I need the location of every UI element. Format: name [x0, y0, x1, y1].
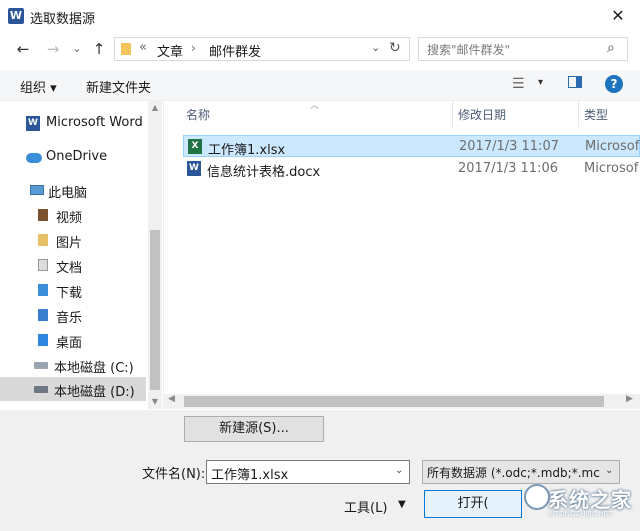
- refresh-icon[interactable]: ↻: [389, 40, 401, 56]
- sidebar-item-label: 视频: [56, 211, 83, 226]
- computer-icon: [30, 185, 44, 195]
- filename-label: 文件名(N):: [142, 467, 206, 482]
- sidebar-item-label: Microsoft Word: [46, 115, 143, 130]
- file-name: 信息统计表格.docx: [207, 165, 321, 180]
- sidebar-item-drive-d[interactable]: 本地磁盘 (D:): [0, 377, 146, 401]
- excel-icon: X: [188, 139, 202, 154]
- sidebar-item-label: 下载: [56, 286, 83, 301]
- filename-field[interactable]: 工作簿1.xlsx ⌄: [206, 460, 410, 484]
- chevron-down-icon[interactable]: ⌄: [395, 465, 403, 476]
- sidebar-item-label: OneDrive: [46, 149, 108, 164]
- column-divider[interactable]: [578, 101, 579, 127]
- sidebar-item-label: 图片: [56, 236, 83, 251]
- back-button[interactable]: ←: [12, 38, 34, 60]
- word-icon: W: [26, 116, 40, 131]
- horizontal-scroll-thumb[interactable]: [184, 396, 604, 407]
- sidebar-item-label: 本地磁盘 (C:): [54, 361, 134, 376]
- command-bar: 组织 ▾ 新建文件夹 ☰ ▾ ?: [0, 70, 640, 101]
- navigation-pane: W Microsoft Word OneDrive 此电脑 视频 图片 文档 下…: [0, 101, 162, 409]
- file-name: 工作簿1.xlsx: [208, 143, 286, 158]
- preview-pane-icon[interactable]: [568, 76, 582, 88]
- sidebar-item-desktop[interactable]: 桌面: [0, 328, 146, 352]
- chevron-down-icon[interactable]: ⌄: [605, 465, 614, 476]
- sort-ascending-icon: ︿: [310, 101, 320, 111]
- filename-value[interactable]: 工作簿1.xlsx: [211, 464, 288, 483]
- watermark-text: 系统之家: [548, 488, 632, 512]
- pictures-folder-icon: [38, 234, 48, 246]
- new-source-button[interactable]: 新建源(S)...: [184, 416, 324, 442]
- open-button[interactable]: 打开(: [424, 490, 522, 518]
- up-button[interactable]: ↑: [88, 38, 110, 60]
- sidebar-scroll-thumb[interactable]: [150, 230, 160, 390]
- documents-folder-icon: [38, 259, 48, 271]
- view-details-icon[interactable]: ☰: [512, 76, 525, 92]
- column-header-date[interactable]: 修改日期: [458, 106, 506, 123]
- sidebar-item-drive-c[interactable]: 本地磁盘 (C:): [0, 353, 146, 377]
- scroll-left-icon[interactable]: ◀: [168, 394, 175, 404]
- chevron-down-icon[interactable]: ⌄: [371, 41, 380, 54]
- file-type: Microsof: [585, 139, 640, 154]
- help-icon[interactable]: ?: [605, 75, 623, 93]
- close-button[interactable]: ✕: [600, 2, 636, 30]
- sidebar-item-microsoft-word[interactable]: W Microsoft Word: [0, 111, 146, 135]
- search-icon[interactable]: ⌕: [607, 40, 615, 56]
- file-date: 2017/1/3 11:07: [459, 139, 559, 154]
- drive-icon: [34, 386, 48, 393]
- sidebar-item-label: 文档: [56, 261, 83, 276]
- music-folder-icon: [38, 309, 48, 321]
- drive-icon: [34, 362, 48, 369]
- organize-button[interactable]: 组织 ▾: [20, 77, 57, 96]
- column-header-name[interactable]: 名称: [186, 106, 210, 123]
- desktop-folder-icon: [38, 334, 48, 346]
- scroll-right-icon[interactable]: ▶: [626, 394, 633, 404]
- column-header-type[interactable]: 类型: [584, 106, 608, 123]
- sidebar-item-videos[interactable]: 视频: [0, 203, 146, 227]
- sidebar-item-label: 桌面: [56, 336, 83, 351]
- filetype-select[interactable]: 所有数据源 (*.odc;*.mdb;*.mc ⌄: [422, 460, 620, 484]
- scroll-up-icon[interactable]: ▲: [148, 101, 162, 115]
- chevron-right-icon[interactable]: ›: [191, 41, 196, 55]
- address-overflow[interactable]: «: [139, 40, 147, 55]
- search-box[interactable]: 搜索"邮件群发" ⌕: [418, 37, 628, 61]
- table-row[interactable]: W 信息统计表格.docx 2017/1/3 11:06 Microsof: [183, 158, 640, 180]
- sidebar-item-label: 本地磁盘 (D:): [54, 385, 135, 400]
- tools-button[interactable]: 工具(L): [344, 497, 387, 516]
- onedrive-icon: [26, 153, 42, 163]
- sidebar-item-label: 音乐: [56, 311, 83, 326]
- column-divider[interactable]: [452, 101, 453, 127]
- filetype-value[interactable]: 所有数据源 (*.odc;*.mdb;*.mc: [427, 464, 600, 481]
- tools-dropdown-icon[interactable]: ▼: [398, 499, 406, 510]
- search-input[interactable]: 搜索"邮件群发": [427, 41, 510, 58]
- file-date: 2017/1/3 11:06: [458, 161, 558, 176]
- forward-button[interactable]: →: [42, 38, 64, 60]
- word-app-icon: W: [8, 8, 24, 24]
- sidebar-item-label: 此电脑: [48, 186, 88, 201]
- sidebar-item-music[interactable]: 音乐: [0, 303, 146, 327]
- table-row[interactable]: X 工作簿1.xlsx 2017/1/3 11:07 Microsof: [183, 135, 640, 158]
- watermark-logo: [524, 484, 550, 510]
- window-title: 选取数据源: [30, 12, 96, 27]
- file-type: Microsof: [584, 161, 639, 176]
- word-doc-icon: W: [187, 161, 201, 176]
- downloads-folder-icon: [38, 284, 48, 296]
- video-folder-icon: [38, 209, 48, 221]
- view-dropdown[interactable]: ▾: [538, 77, 543, 88]
- address-segment-articles[interactable]: 文章: [157, 41, 183, 60]
- sidebar-item-this-pc[interactable]: 此电脑: [0, 178, 146, 202]
- title-bar: [0, 0, 640, 32]
- sidebar-item-pictures[interactable]: 图片: [0, 228, 146, 252]
- sidebar-item-documents[interactable]: 文档: [0, 253, 146, 277]
- sidebar-item-onedrive[interactable]: OneDrive: [0, 145, 146, 169]
- address-bar[interactable]: « 文章 › 邮件群发 ⌄ ↻: [114, 37, 410, 61]
- new-folder-button[interactable]: 新建文件夹: [86, 77, 151, 96]
- address-segment-mail-merge[interactable]: 邮件群发: [209, 41, 261, 60]
- folder-icon: [121, 43, 131, 55]
- sidebar-item-downloads[interactable]: 下载: [0, 278, 146, 302]
- recent-locations-button[interactable]: ⌄: [66, 38, 88, 60]
- scroll-down-icon[interactable]: ▼: [148, 395, 162, 409]
- watermark-subtext: XITONGZHIJIA.NET: [548, 510, 613, 518]
